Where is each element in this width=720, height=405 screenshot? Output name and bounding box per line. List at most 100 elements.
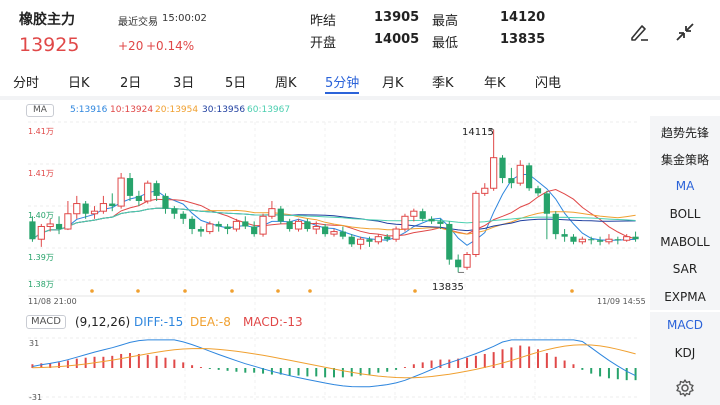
candle-body — [339, 231, 346, 237]
candle-body — [64, 213, 72, 230]
tab-intraday[interactable]: 分时 — [13, 72, 39, 91]
candle-body — [499, 157, 506, 179]
tab-monthly[interactable]: 月K — [382, 72, 404, 91]
candle-body — [561, 234, 568, 237]
candle-body — [37, 225, 45, 240]
candle-body — [588, 239, 595, 241]
price-label-5: 1.38万 — [28, 280, 54, 289]
session-dot — [183, 289, 187, 293]
candle-body — [126, 178, 134, 196]
high-label: 最高 — [432, 14, 459, 29]
candle-body — [578, 238, 586, 243]
candle-body — [401, 215, 409, 230]
macd-params: (9,12,26) — [75, 315, 131, 329]
last-price: 13925 — [19, 34, 80, 56]
candle-body — [82, 203, 89, 214]
price-change: +20 — [118, 39, 144, 53]
candle-body — [446, 223, 453, 260]
candle-body — [543, 193, 550, 214]
candle-body — [206, 223, 214, 233]
sidebar-item-maboll[interactable]: MABOLL — [650, 235, 720, 249]
candle-body — [55, 223, 63, 230]
candle-body — [516, 164, 524, 184]
candle-body — [437, 221, 444, 224]
candle-body — [135, 195, 142, 201]
macd-dea: DEA:-8 — [190, 315, 231, 329]
chart-grid — [28, 121, 640, 400]
tab-flash[interactable]: 闪电 — [535, 72, 561, 91]
sidebar-item-kdj[interactable]: KDJ — [650, 346, 720, 360]
low-value: 13835 — [500, 32, 546, 47]
sidebar-item-trend-pioneer[interactable]: 趋势先锋 — [650, 124, 720, 141]
tab-5day[interactable]: 5日 — [225, 72, 246, 91]
sidebar-item-expma[interactable]: EXPMA — [650, 290, 720, 304]
sidebar-item-gold-strategy[interactable]: 集金策略 — [650, 151, 720, 168]
candle-body — [410, 210, 418, 217]
gear-icon[interactable] — [675, 378, 695, 398]
candle-body — [251, 226, 258, 235]
candle-body — [374, 236, 382, 243]
sidebar-item-boll[interactable]: BOLL — [650, 207, 720, 221]
low-label: 最低 — [432, 36, 459, 51]
candle-body — [623, 236, 631, 241]
candle-body — [384, 236, 391, 240]
sidebar-item-sar[interactable]: SAR — [650, 262, 720, 276]
session-dot — [136, 289, 140, 293]
tab-yearly[interactable]: 年K — [484, 72, 506, 91]
session-dot — [276, 289, 280, 293]
candle-body — [428, 218, 435, 222]
session-dot — [570, 289, 574, 293]
last-trade-label: 最近交易 — [118, 17, 158, 28]
candle-body — [481, 187, 489, 194]
quote-header: 橡胶主力 最近交易 15:00:02 13925 +20 +0.14% 昨结 1… — [0, 0, 720, 66]
candle-body — [366, 239, 373, 242]
candle-body — [534, 188, 542, 194]
tab-5min[interactable]: 5分钟 — [325, 72, 359, 91]
tab-3day[interactable]: 3日 — [173, 72, 194, 91]
candle-body — [490, 157, 498, 189]
candle-body — [419, 211, 426, 219]
prev-close-value: 13905 — [374, 10, 420, 25]
tab-quarterly[interactable]: 季K — [432, 72, 454, 91]
price-label-3: 1.40万 — [28, 211, 54, 220]
candle-body — [508, 178, 515, 184]
kline-chart[interactable]: 1.41万 1.41万 1.40万 1.39万 1.38万 11/08 21:0… — [0, 100, 650, 405]
candles — [29, 129, 639, 273]
tab-2day[interactable]: 2日 — [120, 72, 141, 91]
session-dot — [90, 289, 94, 293]
session-dot — [413, 289, 417, 293]
candle-body — [162, 195, 169, 209]
prev-close-label: 昨结 — [310, 14, 337, 29]
candle-body — [463, 254, 471, 268]
candle-body — [232, 220, 241, 230]
sidebar-item-ma[interactable]: MA — [650, 179, 720, 193]
candle-body — [90, 210, 99, 215]
high-marker-label: 14115 — [462, 127, 494, 138]
candle-body — [73, 203, 81, 215]
collapse-arrows-icon[interactable] — [673, 20, 697, 44]
macd-diff: DIFF:-15 — [134, 315, 184, 329]
sidebar-item-macd[interactable]: MACD — [650, 318, 720, 332]
time-end-label: 11/09 14:55 — [597, 297, 646, 306]
candle-body — [259, 215, 267, 235]
session-dot — [308, 289, 312, 293]
price-change-pct: +0.14% — [146, 39, 195, 53]
candle-body — [144, 182, 152, 202]
macd-panel — [31, 339, 637, 388]
time-start-label: 11/08 21:00 — [28, 297, 77, 306]
candle-body — [188, 218, 196, 230]
price-label-2: 1.41万 — [28, 169, 54, 178]
candle-body — [153, 183, 160, 196]
macd-badge[interactable]: MACD — [26, 315, 66, 329]
tab-daily[interactable]: 日K — [68, 72, 90, 91]
draw-pen-icon[interactable] — [628, 20, 652, 44]
tab-weekly[interactable]: 周K — [275, 72, 297, 91]
macd-diff-line — [32, 339, 636, 388]
candle-body — [277, 208, 284, 222]
period-tabs: 分时 日K 2日 3日 5日 周K 5分钟 月K 季K 年K 闪电 — [0, 68, 720, 94]
price-label-4: 1.39万 — [28, 253, 54, 262]
candle-body — [180, 213, 187, 219]
candle-body — [330, 231, 338, 235]
candle-body — [455, 259, 462, 268]
candle-body — [312, 225, 320, 230]
